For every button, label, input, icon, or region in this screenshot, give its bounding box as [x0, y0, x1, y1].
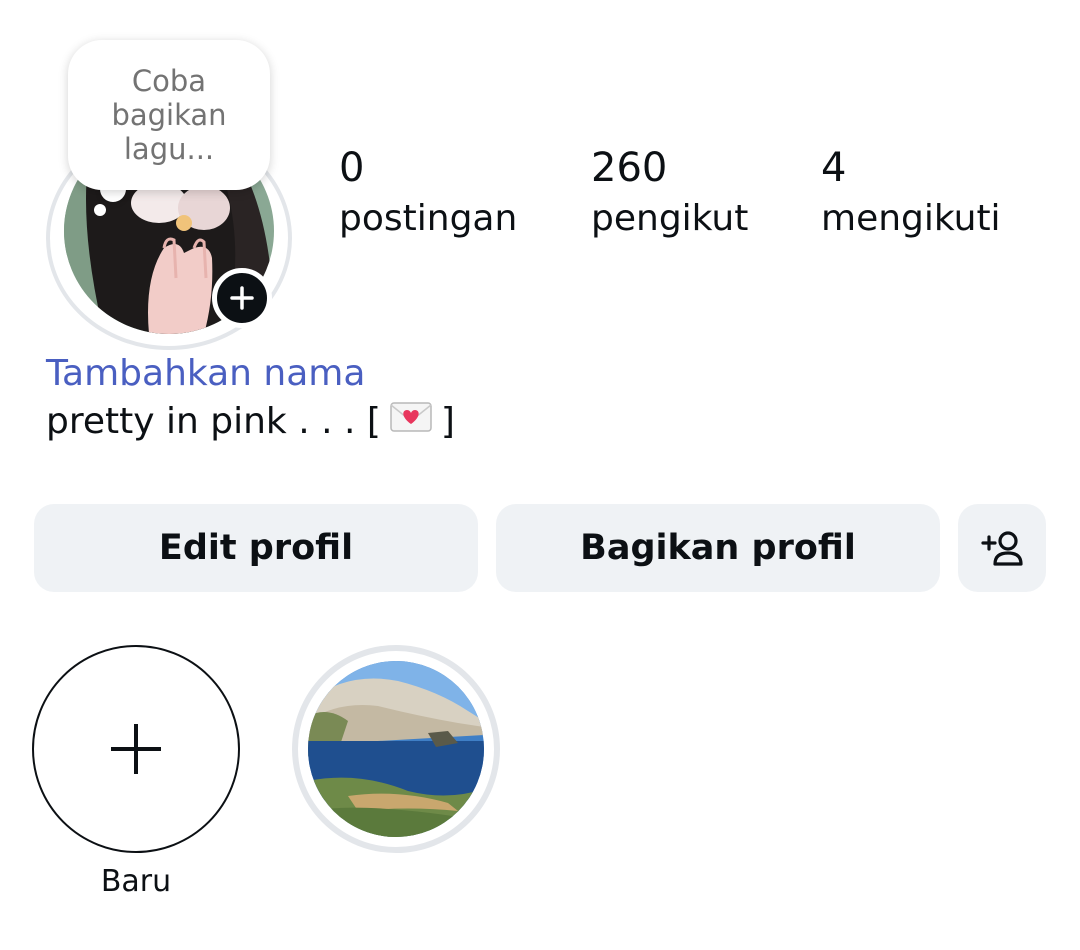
- stat-following[interactable]: 4 mengikuti: [821, 142, 1001, 244]
- add-person-icon: [981, 531, 1023, 566]
- add-story-button[interactable]: [212, 268, 272, 328]
- note-bubble[interactable]: Coba bagikan lagu...: [68, 40, 270, 190]
- stat-following-value: 4: [821, 145, 847, 191]
- coastal-landscape-photo: [308, 661, 484, 837]
- new-highlight-label: Baru: [100, 864, 172, 899]
- stat-posts[interactable]: 0 postingan: [339, 142, 517, 244]
- new-highlight-button[interactable]: [32, 645, 240, 853]
- plus-icon: [111, 724, 161, 774]
- share-profile-button[interactable]: Bagikan profil: [496, 504, 940, 592]
- plus-icon: [230, 286, 254, 310]
- note-text: Coba bagikan lagu...: [111, 64, 227, 166]
- bio: pretty in pink . . . [ ]: [46, 398, 455, 446]
- note-bubble-tail-small: [94, 204, 106, 216]
- stat-followers-label: pengikut: [591, 198, 749, 239]
- discover-people-button[interactable]: [958, 504, 1046, 592]
- envelope-heart-icon: [389, 398, 433, 446]
- stat-followers-value: 260: [591, 145, 668, 191]
- stat-followers[interactable]: 260 pengikut: [591, 142, 748, 244]
- bio-text: pretty in pink . . . [: [46, 401, 381, 442]
- add-name-link[interactable]: Tambahkan nama: [46, 350, 365, 398]
- stat-posts-value: 0: [339, 145, 365, 191]
- edit-profile-button[interactable]: Edit profil: [34, 504, 478, 592]
- bio-text-end: ]: [440, 401, 455, 442]
- highlight-item[interactable]: [308, 661, 484, 837]
- stat-following-label: mengikuti: [821, 198, 1001, 239]
- stat-posts-label: postingan: [339, 198, 518, 239]
